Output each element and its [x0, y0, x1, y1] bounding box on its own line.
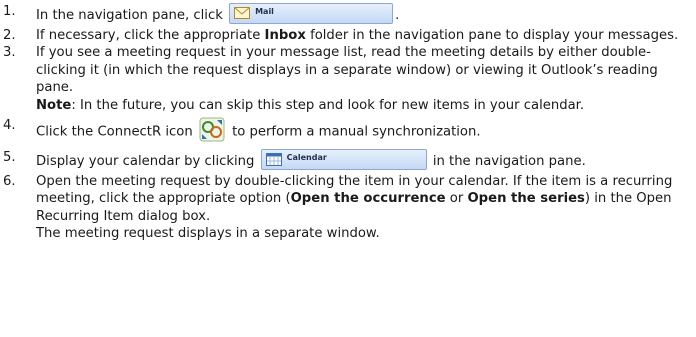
step-text: Click the ConnectR icon to perform a man…	[36, 117, 693, 146]
step-text-before: If necessary, click the appropriate	[36, 28, 261, 43]
step-text-after: in the navigation pane.	[432, 154, 586, 170]
note-text: : In the future, you can skip this step …	[71, 97, 585, 113]
open-occurrence-option: Open the occurrence	[290, 191, 446, 207]
step-text-after: to perform a manual synchronization.	[232, 124, 481, 140]
step-number: 3.	[3, 45, 16, 61]
step-text-after: .	[395, 8, 400, 23]
step-text-before: Click the ConnectR icon	[36, 124, 193, 140]
open-series-option: Open the series	[467, 191, 585, 207]
step-text: Display your calendar by clicking Calend…	[36, 149, 693, 173]
step-5: 5. Display your calendar by clicking Cal…	[3, 149, 693, 173]
step-text-after: folder in the navigation pane to display…	[310, 28, 679, 43]
step-text-before: In the navigation pane, click	[36, 8, 223, 23]
step-3: 3. If you see a meeting request in your …	[3, 44, 693, 114]
note-label: Note	[36, 97, 72, 113]
step-text: Open the meeting request by double-click…	[36, 173, 693, 243]
inbox-label: Inbox	[264, 28, 306, 43]
mail-nav-button[interactable]: Mail	[229, 3, 394, 24]
instruction-list: 1. In the navigation pane, click Mail. 2…	[3, 3, 693, 243]
step-number: 5.	[3, 150, 16, 166]
step-text: If necessary, click the appropriate Inbo…	[36, 27, 693, 44]
step-number: 2.	[3, 28, 16, 43]
step-result: The meeting request displays in a separa…	[36, 226, 380, 242]
step-text-mid: or	[445, 191, 468, 207]
step-text: If you see a meeting request in your mes…	[36, 44, 693, 114]
step-number: 4.	[3, 118, 16, 134]
calendar-icon	[265, 153, 282, 167]
mail-button-label: Mail	[255, 7, 274, 16]
calendar-button-label: Calendar	[286, 153, 327, 163]
step-text-main: If you see a meeting request in your mes…	[36, 45, 658, 96]
envelope-icon	[234, 7, 251, 19]
step-text: In the navigation pane, click Mail.	[36, 3, 693, 27]
step-4: 4. Click the ConnectR icon to perform a …	[3, 117, 693, 146]
calendar-nav-button[interactable]: Calendar	[260, 149, 427, 171]
step-text-before: Display your calendar by clicking	[36, 154, 255, 170]
note: Note: In the future, you can skip this s…	[36, 97, 693, 114]
connectr-sync-icon[interactable]	[199, 117, 225, 142]
step-2: 2. If necessary, click the appropriate I…	[3, 27, 693, 44]
step-1: 1. In the navigation pane, click Mail.	[3, 3, 693, 27]
step-number: 1.	[3, 4, 16, 19]
step-number: 6.	[3, 174, 16, 190]
step-6: 6. Open the meeting request by double-cl…	[3, 173, 693, 243]
